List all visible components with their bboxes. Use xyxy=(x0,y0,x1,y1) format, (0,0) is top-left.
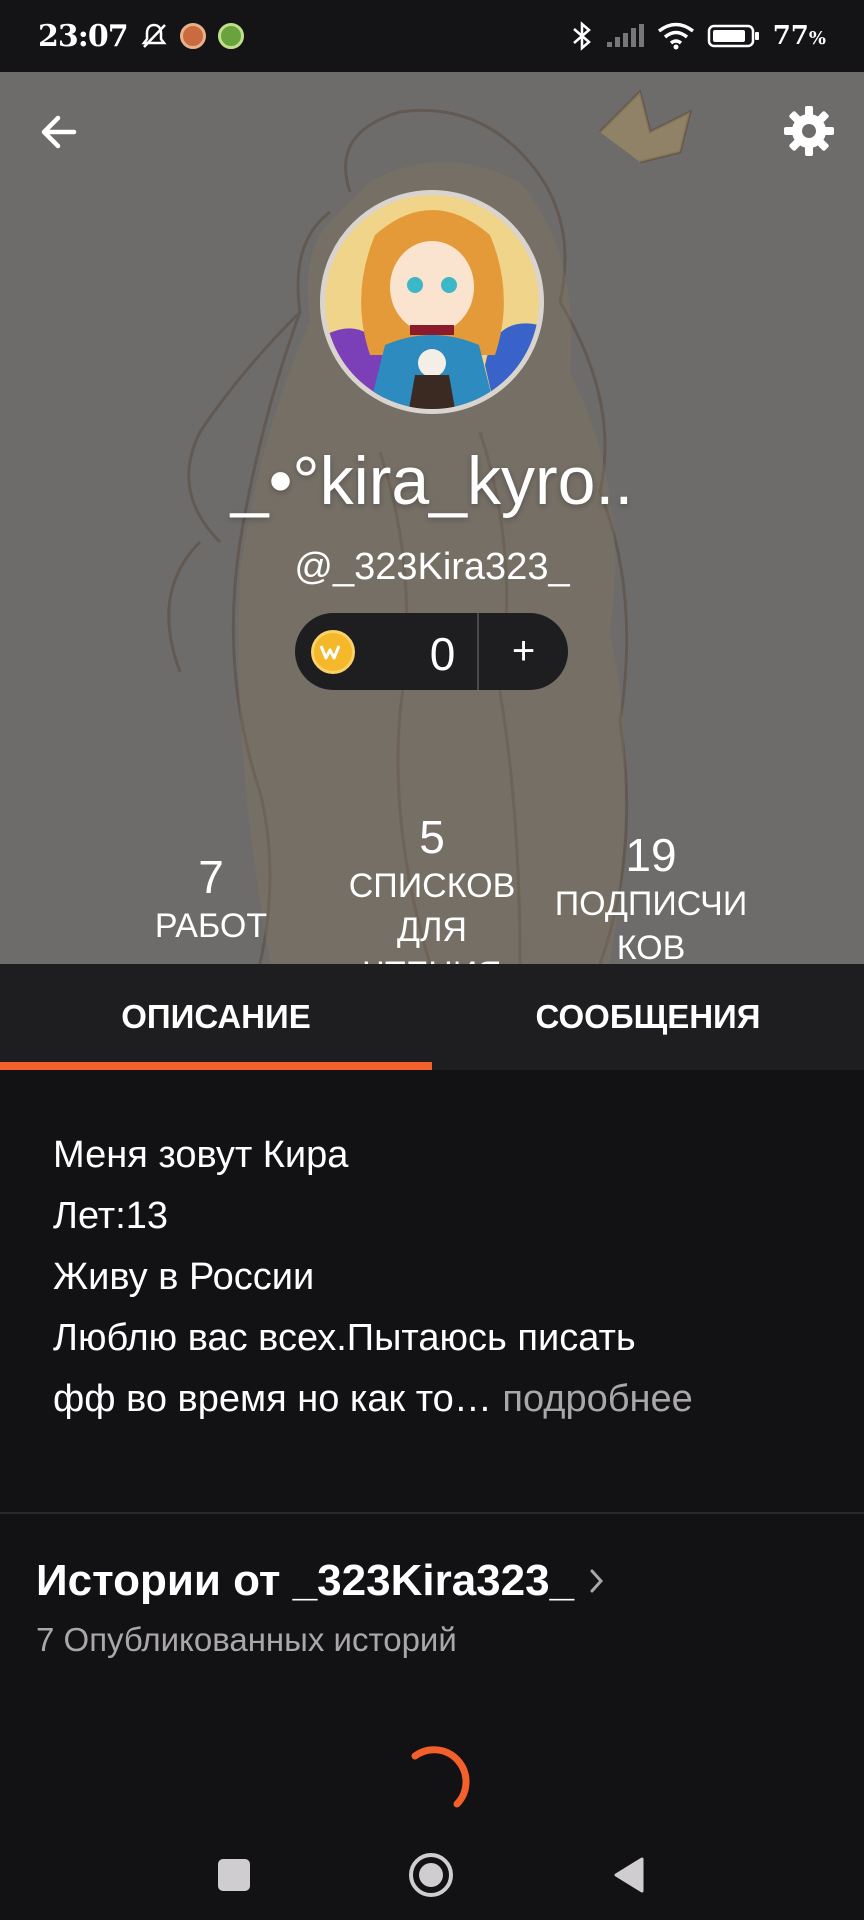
description-line: Живу в России xyxy=(53,1256,315,1298)
status-time: 23:07 xyxy=(38,18,129,54)
back-nav-button[interactable] xyxy=(604,1850,654,1900)
profile-description: Меня зовут Кира Лет:13 Живу в России Люб… xyxy=(53,1125,833,1430)
add-coins-button[interactable]: + xyxy=(479,613,568,690)
stat-reading-lists-value: 5 xyxy=(419,811,445,863)
tab-description[interactable]: ОПИСАНИЕ xyxy=(0,964,432,1070)
square-icon xyxy=(218,1859,250,1891)
coin-icon xyxy=(311,630,355,674)
stat-reading-lists[interactable]: 5 СПИСКОВ ДЛЯ ЧТЕНИЯ xyxy=(332,810,532,964)
stat-followers[interactable]: 19 ПОДПИСЧИ КОВ xyxy=(536,828,766,964)
description-line: Люблю вас всех.Пытаюсь писать xyxy=(53,1317,636,1359)
settings-gear-icon[interactable] xyxy=(782,104,836,158)
display-name: _•°kira_kyro.. xyxy=(230,443,634,519)
read-more-link[interactable]: подробнее xyxy=(502,1378,692,1420)
home-circle-icon xyxy=(409,1853,453,1897)
wifi-icon xyxy=(657,22,694,50)
stat-followers-value: 19 xyxy=(625,829,677,881)
battery-icon xyxy=(707,24,759,48)
stories-header[interactable]: Истории от _323Kira323_ xyxy=(36,1556,606,1606)
stat-followers-label-1: ПОДПИСЧИ xyxy=(554,885,748,923)
section-divider xyxy=(0,1512,864,1514)
coin-count: 0 xyxy=(429,628,456,680)
active-tab-indicator xyxy=(0,1062,432,1070)
profile-header: _•°kira_kyro.. @_323Kira323_ 0 + 7 РАБОТ… xyxy=(0,72,864,964)
home-button[interactable] xyxy=(406,1850,456,1900)
stories-count: 7 Опубликованных историй xyxy=(36,1621,457,1658)
download-icon xyxy=(217,23,244,49)
back-arrow-icon[interactable] xyxy=(36,106,88,158)
description-line: фф во время но как то… xyxy=(53,1378,492,1420)
battery-percent: 77% xyxy=(772,21,826,51)
stories-title: Истории от _323Kira323_ xyxy=(36,1556,575,1605)
profile-tabs: ОПИСАНИЕ СООБЩЕНИЯ xyxy=(0,964,864,1070)
user-handle: @_323Kira323_ xyxy=(294,546,570,588)
stat-works-value: 7 xyxy=(198,851,224,903)
avatar[interactable] xyxy=(320,190,544,414)
description-line-last: фф во время но как то… подробнее xyxy=(53,1369,833,1430)
profile-stats: 7 РАБОТ 5 СПИСКОВ ДЛЯ ЧТЕНИЯ 19 ПОДПИСЧИ… xyxy=(0,732,864,964)
coins-widget[interactable]: 0 + xyxy=(295,613,568,690)
stat-works-label: РАБОТ xyxy=(154,907,268,945)
back-triangle-icon xyxy=(614,1857,644,1893)
stat-reading-lists-label-3: ЧТЕНИЯ xyxy=(332,952,532,964)
recent-apps-button[interactable] xyxy=(209,1850,259,1900)
stat-reading-lists-label-1: СПИСКОВ xyxy=(348,867,516,905)
stat-works[interactable]: 7 РАБОТ xyxy=(131,850,291,948)
tab-description-label: ОПИСАНИЕ xyxy=(121,998,311,1035)
stat-followers-label-2: КОВ xyxy=(616,929,686,964)
tab-messages-label: СООБЩЕНИЯ xyxy=(535,998,761,1035)
chevron-right-icon xyxy=(590,1569,604,1593)
bluetooth-icon xyxy=(572,21,591,51)
status-bar: 23:07 77% xyxy=(0,0,864,72)
signal-icon xyxy=(606,24,644,47)
stat-reading-lists-label-2: ДЛЯ xyxy=(397,911,467,949)
description-line: Лет:13 xyxy=(53,1195,169,1237)
tab-messages[interactable]: СООБЩЕНИЯ xyxy=(432,964,864,1070)
system-nav-bar xyxy=(0,1830,864,1920)
loading-spinner-icon xyxy=(411,1746,470,1808)
avatar-image xyxy=(325,195,539,409)
bell-off-icon xyxy=(141,23,167,48)
app-notification-icon xyxy=(179,23,206,49)
description-line: Меня зовут Кира xyxy=(53,1134,349,1176)
